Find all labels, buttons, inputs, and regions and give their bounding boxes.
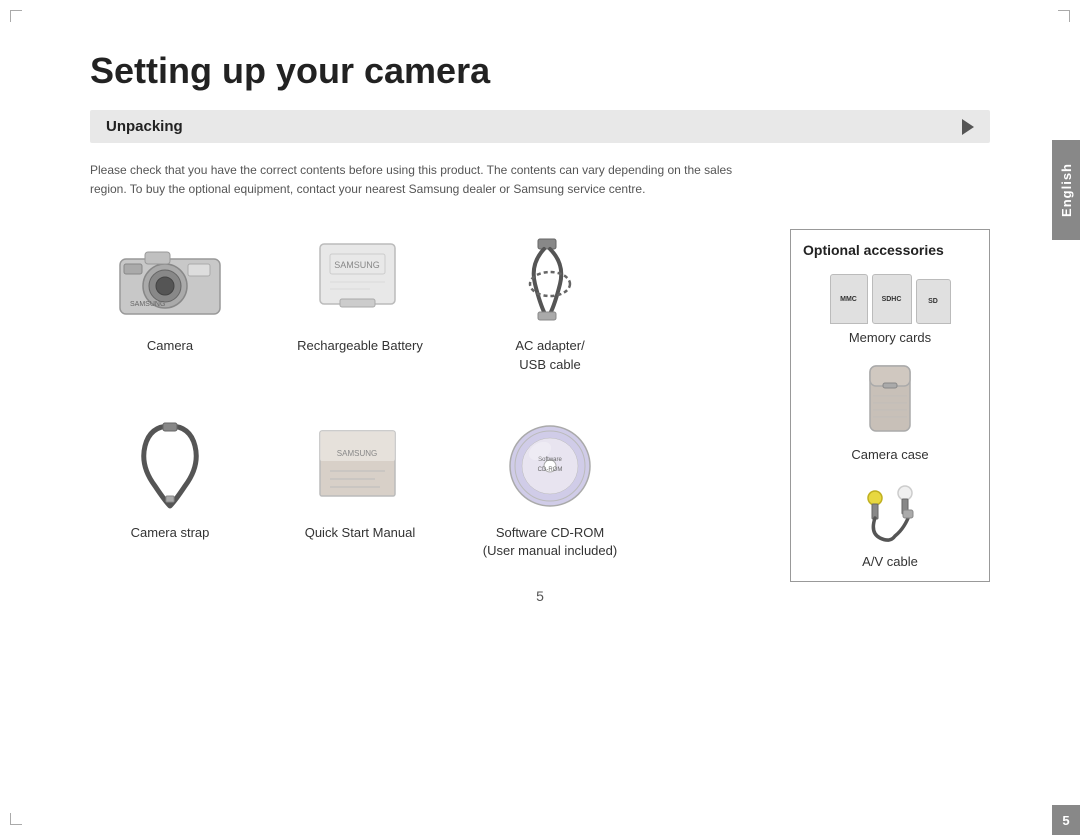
camera-image: SAMSUNG: [110, 229, 230, 329]
optional-accessories-box: Optional accessories MMC SDHC SD Memory …: [790, 229, 990, 582]
ac-adapter-image: [490, 229, 610, 329]
camera-label: Camera: [147, 337, 193, 355]
svg-text:SAMSUNG: SAMSUNG: [337, 449, 377, 458]
arrow-right-icon: [962, 119, 974, 135]
strap-image: [110, 416, 230, 516]
corner-mark-tl: [10, 10, 22, 22]
av-cable-image: [855, 478, 925, 548]
av-cable-label: A/V cable: [862, 554, 918, 569]
manual-image: SAMSUNG: [300, 416, 420, 516]
camera-case-label: Camera case: [851, 447, 928, 462]
strap-label: Camera strap: [131, 524, 210, 542]
manual-label: Quick Start Manual: [305, 524, 416, 542]
optional-title: Optional accessories: [803, 242, 944, 258]
svg-text:CD-ROM: CD-ROM: [538, 467, 563, 473]
corner-mark-tr: [1058, 10, 1070, 22]
mmc-card: MMC: [830, 274, 868, 324]
main-content: SAMSUNG Camera SAMSUNG: [90, 229, 990, 582]
page-title: Setting up your camera: [90, 50, 990, 92]
item-manual: SAMSUNG Quick Start Manual: [280, 416, 440, 583]
section-header-title: Unpacking: [106, 118, 183, 135]
memory-cards-label: Memory cards: [849, 330, 931, 345]
svg-text:SAMSUNG: SAMSUNG: [130, 301, 165, 308]
section-header: Unpacking: [90, 110, 990, 143]
optional-item-camera-case: Camera case: [851, 361, 928, 462]
cdrom-label: Software CD-ROM (User manual included): [483, 524, 617, 560]
sdhc-card: SDHC: [872, 274, 912, 324]
page-number-center: 5: [536, 588, 544, 604]
corner-mark-bl: [10, 813, 22, 825]
camera-case-image: [855, 361, 925, 441]
optional-item-av-cable: A/V cable: [855, 478, 925, 569]
svg-text:SAMSUNG: SAMSUNG: [334, 260, 380, 270]
page-number-bar: 5: [1052, 805, 1080, 835]
items-grid: SAMSUNG Camera SAMSUNG: [90, 229, 770, 582]
memory-cards-row: MMC SDHC SD: [830, 274, 951, 324]
battery-label: Rechargeable Battery: [297, 337, 423, 355]
item-cdrom: Software CD-ROM Software CD-ROM (User ma…: [470, 416, 630, 583]
item-camera: SAMSUNG Camera: [90, 229, 250, 396]
item-strap: Camera strap: [90, 416, 250, 583]
battery-image: SAMSUNG: [300, 229, 420, 329]
item-battery: SAMSUNG Rechargeable Battery: [280, 229, 440, 396]
page-container: Setting up your camera Unpacking Please …: [60, 0, 1020, 612]
ac-adapter-label: AC adapter/ USB cable: [515, 337, 584, 373]
cdrom-image: Software CD-ROM: [490, 416, 610, 516]
optional-item-memory-cards: MMC SDHC SD Memory cards: [830, 274, 951, 345]
sd-card: SD: [916, 279, 951, 324]
description-text: Please check that you have the correct c…: [90, 161, 770, 199]
language-tab: English: [1052, 140, 1080, 240]
item-ac-adapter: AC adapter/ USB cable: [470, 229, 630, 396]
